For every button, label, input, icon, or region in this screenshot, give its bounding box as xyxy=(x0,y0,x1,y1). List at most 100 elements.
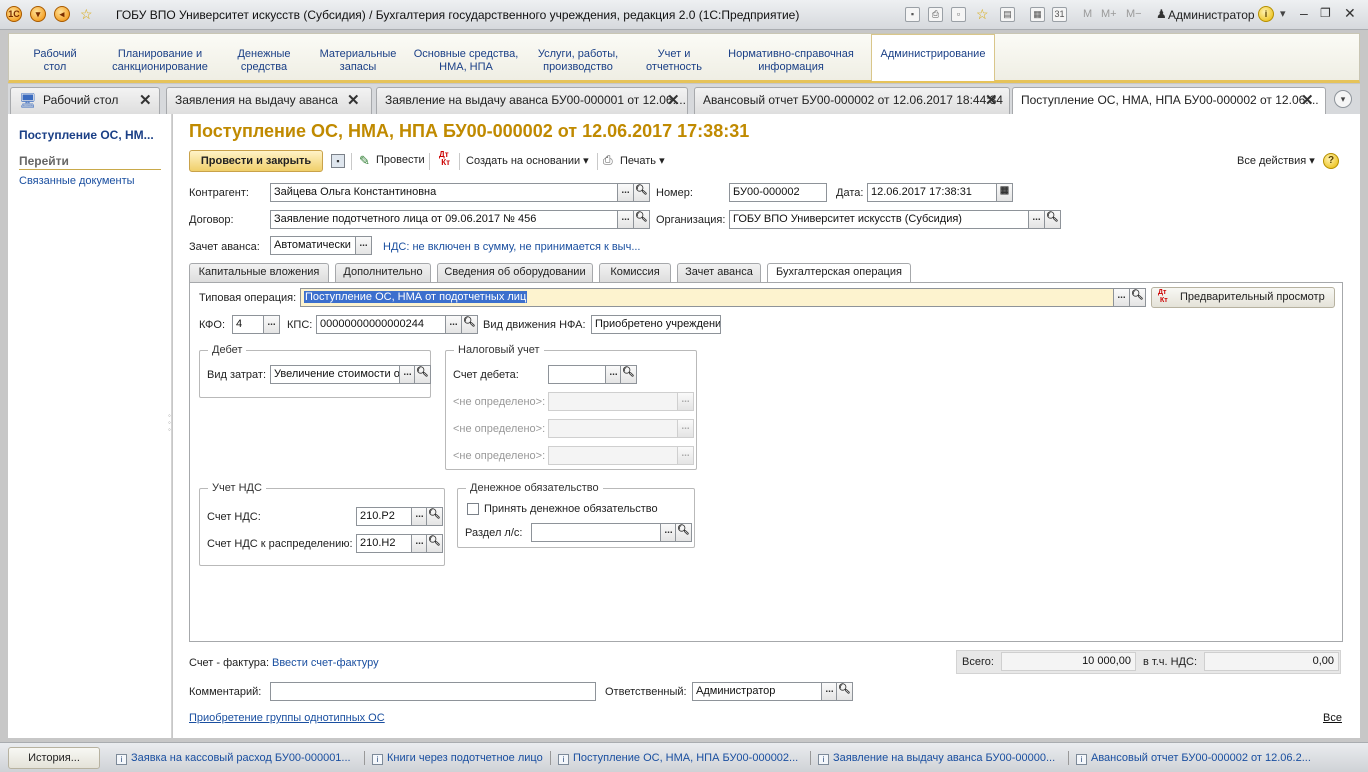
section-reference[interactable]: Нормативно-справочная информация xyxy=(721,48,861,74)
close-tab-icon[interactable]: ✕ xyxy=(985,93,998,108)
number-field[interactable]: БУ00-000002 xyxy=(729,183,827,202)
search-icon[interactable]: 🔍︎ xyxy=(675,523,692,542)
print-icon[interactable]: ⎙ xyxy=(928,7,943,22)
select-button[interactable]: ... xyxy=(1028,210,1045,229)
account-section-field[interactable] xyxy=(531,523,661,542)
close-tab-icon[interactable]: ✕ xyxy=(139,93,152,108)
save-icon[interactable]: ▪ xyxy=(905,7,920,22)
close-tab-icon[interactable]: ✕ xyxy=(1301,93,1314,108)
section-administration[interactable]: Администрирование xyxy=(873,48,993,61)
close-window-icon[interactable]: ✕ xyxy=(1344,5,1356,22)
search-icon[interactable]: 🔍︎ xyxy=(836,682,853,701)
date-field[interactable]: 12.06.2017 17:38:31 xyxy=(867,183,997,202)
favorites-star-icon[interactable]: ☆ xyxy=(80,6,93,23)
save-icon[interactable]: ▪ xyxy=(331,154,345,168)
contract-field[interactable]: Заявление подотчетного лица от 09.06.201… xyxy=(270,210,618,229)
tabs-menu-icon[interactable]: ▾ xyxy=(1334,90,1352,108)
tab-advance-request-doc[interactable]: Заявление на выдачу аванса БУ00-000001 о… xyxy=(376,87,688,114)
select-button[interactable]: ... xyxy=(445,315,462,334)
tab-equipment[interactable]: Сведения об оборудовании xyxy=(437,263,593,282)
memory-minus-button[interactable]: M− xyxy=(1126,8,1142,20)
current-user[interactable]: Администратор xyxy=(1168,8,1255,22)
tab-additional[interactable]: Дополнительно xyxy=(335,263,431,282)
organization-field[interactable]: ГОБУ ВПО Университет искусств (Субсидия) xyxy=(729,210,1029,229)
tab-commission[interactable]: Комиссия xyxy=(599,263,671,282)
all-actions-button[interactable]: Все действия ▾ xyxy=(1237,154,1315,167)
section-materials[interactable]: Материальные запасы xyxy=(313,48,403,74)
open-window-item[interactable]: i Книги через подотчетное лицо xyxy=(372,752,543,765)
add-favorite-icon[interactable]: ☆ xyxy=(976,6,989,23)
open-window-item[interactable]: i Заявка на кассовый расход БУ00-000001..… xyxy=(116,752,351,765)
section-planning[interactable]: Планирование и санкционирование xyxy=(105,48,215,74)
search-icon[interactable]: 🔍︎ xyxy=(426,507,443,526)
splitter-handle[interactable]: ◦ ◦ ◦ xyxy=(168,412,171,434)
create-based-on-button[interactable]: Создать на основании ▾ xyxy=(466,154,589,167)
tab-desktop[interactable]: 🖥 Рабочий стол ✕ xyxy=(10,87,160,114)
debit-credit-icon[interactable]: Дт Кт xyxy=(439,151,450,167)
links-icon[interactable]: ▤ xyxy=(1000,7,1015,22)
history-icon[interactable]: ◂ xyxy=(54,6,70,22)
info-icon[interactable]: i xyxy=(1258,6,1274,22)
search-icon[interactable]: 🔍︎ xyxy=(1129,288,1146,307)
search-icon[interactable]: 🔍︎ xyxy=(620,365,637,384)
cost-type-field[interactable]: Увеличение стоимости о xyxy=(270,365,400,384)
dropdown-icon[interactable]: ▾ xyxy=(1280,7,1286,20)
nav-link-related-docs[interactable]: Связанные документы xyxy=(19,175,135,187)
section-services[interactable]: Услуги, работы, производство xyxy=(531,48,625,74)
section-fixed-assets[interactable]: Основные средства, НМА, НПА xyxy=(411,48,521,74)
search-icon[interactable]: 🔍︎ xyxy=(1044,210,1061,229)
app-logo-icon[interactable]: 1С xyxy=(6,6,22,22)
calendar-icon[interactable]: ▦ xyxy=(996,183,1013,202)
select-button[interactable]: ... xyxy=(263,315,280,334)
kps-field[interactable]: 00000000000000244 xyxy=(316,315,446,334)
vat-settings-link[interactable]: НДС: не включен в сумму, не принимается … xyxy=(383,241,641,253)
restore-icon[interactable]: ❐ xyxy=(1320,6,1331,20)
close-tab-icon[interactable]: ✕ xyxy=(347,93,360,108)
minimize-icon[interactable]: – xyxy=(1300,5,1308,21)
select-button[interactable]: ... xyxy=(617,183,634,202)
select-button[interactable]: ... xyxy=(355,236,372,255)
select-button[interactable]: ... xyxy=(617,210,634,229)
tab-advance-requests[interactable]: Заявления на выдачу аванса ✕ xyxy=(166,87,372,114)
preview-button[interactable]: Дт Кт Предварительный просмотр xyxy=(1151,287,1335,308)
post-and-close-button[interactable]: Провести и закрыть xyxy=(189,150,323,172)
search-icon[interactable]: 🔍︎ xyxy=(633,183,650,202)
tab-capital-investments[interactable]: Капитальные вложения xyxy=(189,263,329,282)
history-button[interactable]: История... xyxy=(8,747,100,769)
calendar-icon[interactable]: 31 xyxy=(1052,7,1067,22)
responsible-field[interactable]: Администратор xyxy=(692,682,822,701)
debit-account-field[interactable] xyxy=(548,365,606,384)
tab-advance-offset[interactable]: Зачет аванса xyxy=(677,263,761,282)
search-icon[interactable]: 🔍︎ xyxy=(426,534,443,553)
close-tab-icon[interactable]: ✕ xyxy=(667,93,680,108)
tab-accounting-operation[interactable]: Бухгалтерская операция xyxy=(767,263,911,283)
open-window-item[interactable]: i Заявление на выдачу аванса БУ00-00000..… xyxy=(818,752,1055,765)
memory-button[interactable]: M xyxy=(1083,8,1092,20)
menu-icon[interactable]: ▾ xyxy=(30,6,46,22)
kfo-field[interactable]: 4 xyxy=(232,315,264,334)
section-desktop[interactable]: Рабочий стол xyxy=(23,48,87,74)
open-window-item[interactable]: i Поступление ОС, НМА, НПА БУ00-000002... xyxy=(558,752,798,765)
memory-plus-button[interactable]: M+ xyxy=(1101,8,1117,20)
search-icon[interactable]: 🔍︎ xyxy=(461,315,478,334)
vat-account-field[interactable]: 210.Р2 xyxy=(356,507,412,526)
tab-expense-report[interactable]: Авансовый отчет БУ00-000002 от 12.06.201… xyxy=(694,87,1010,114)
all-link[interactable]: Все xyxy=(1323,712,1342,724)
comment-field[interactable] xyxy=(270,682,596,701)
section-money[interactable]: Денежные средства xyxy=(227,48,301,74)
select-button[interactable]: ... xyxy=(1113,288,1130,307)
accept-obligation-checkbox[interactable] xyxy=(467,503,479,515)
vat-distribution-field[interactable]: 210.Н2 xyxy=(356,534,412,553)
asset-group-link[interactable]: Приобретение группы однотипных ОС xyxy=(189,712,385,724)
advance-offset-field[interactable]: Автоматически xyxy=(270,236,356,255)
section-accounting[interactable]: Учет и отчетность xyxy=(639,48,709,74)
contractor-field[interactable]: Зайцева Ольга Константиновна xyxy=(270,183,618,202)
open-window-item[interactable]: i Авансовый отчет БУ00-000002 от 12.06.2.… xyxy=(1076,752,1311,765)
calculator-icon[interactable]: ▦ xyxy=(1030,7,1045,22)
preview-icon[interactable]: ▫ xyxy=(951,7,966,22)
operation-field[interactable]: Поступление ОС, НМА от подотчетных лиц xyxy=(300,288,1114,307)
search-icon[interactable]: 🔍︎ xyxy=(633,210,650,229)
print-button[interactable]: Печать ▾ xyxy=(620,154,665,167)
search-icon[interactable]: 🔍︎ xyxy=(414,365,431,384)
enter-invoice-link[interactable]: Ввести счет-фактуру xyxy=(272,657,379,669)
